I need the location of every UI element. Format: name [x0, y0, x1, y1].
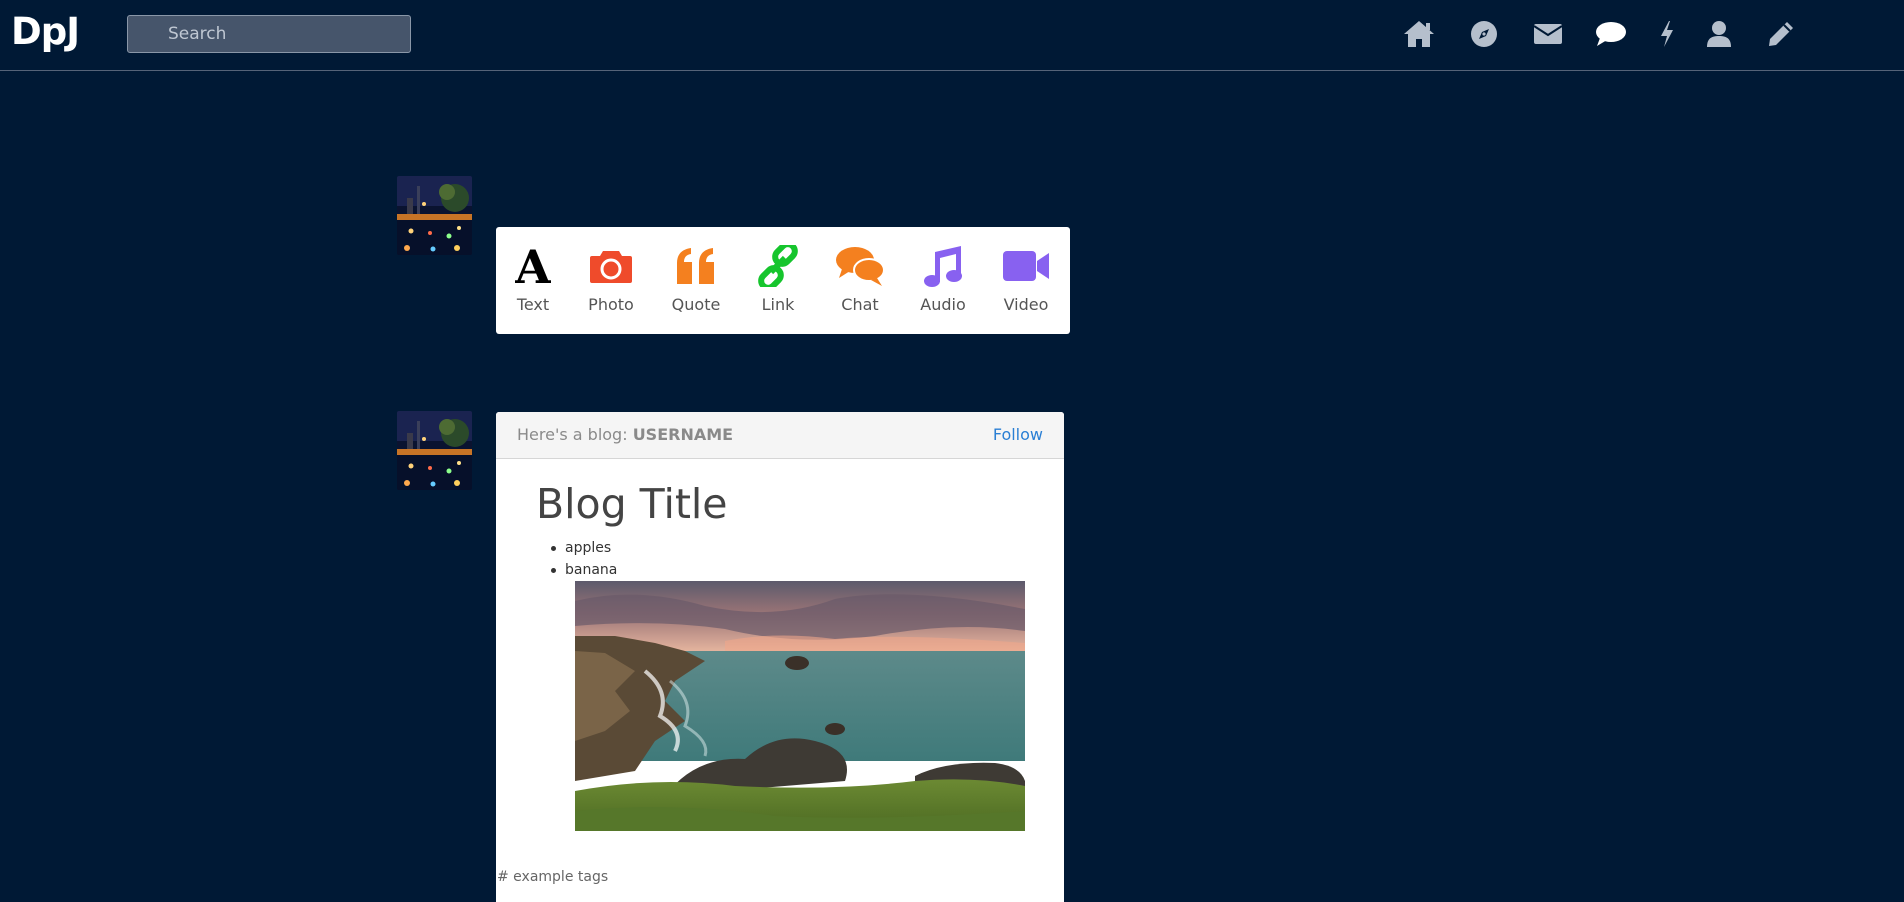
- post-type-label: Photo: [588, 295, 634, 314]
- avatar[interactable]: [397, 411, 472, 490]
- lightning-icon[interactable]: [1648, 14, 1686, 54]
- home-icon[interactable]: [1400, 14, 1438, 54]
- music-note-icon: [923, 241, 963, 291]
- post-type-link[interactable]: Link: [738, 241, 818, 321]
- post-type-audio[interactable]: Audio: [903, 241, 983, 321]
- post-type-label: Chat: [841, 295, 879, 314]
- post-type-label: Text: [516, 295, 550, 314]
- post-header-prefix: Here's a blog:: [517, 425, 628, 444]
- post-type-label: Video: [1003, 295, 1049, 314]
- post-type-label: Link: [761, 295, 795, 314]
- blog-post-card: Here's a blog: USERNAME Follow Blog Titl…: [496, 412, 1064, 902]
- avatar[interactable]: [397, 176, 472, 255]
- blog-post-image: [575, 581, 1025, 831]
- post-tags[interactable]: # example tags: [497, 869, 608, 885]
- svg-text:A: A: [515, 245, 551, 287]
- envelope-icon[interactable]: [1529, 14, 1567, 54]
- pencil-icon[interactable]: [1762, 14, 1800, 54]
- compass-icon[interactable]: [1465, 14, 1503, 54]
- list-item: apples: [551, 537, 617, 559]
- text-icon: A: [515, 241, 551, 291]
- blog-list: apples banana: [551, 537, 617, 581]
- chat-icon: [835, 241, 885, 291]
- chat-bubble-icon[interactable]: [1592, 14, 1630, 54]
- logo[interactable]: DpJ: [11, 10, 80, 54]
- user-icon[interactable]: [1700, 14, 1738, 54]
- post-type-text[interactable]: A Text: [493, 241, 573, 321]
- post-type-label: Quote: [671, 295, 721, 314]
- search-input[interactable]: [127, 15, 411, 53]
- post-type-label: Audio: [920, 295, 966, 314]
- post-type-photo[interactable]: Photo: [571, 241, 651, 321]
- post-type-bar: A Text Photo Quote Link Chat Audio Video: [496, 227, 1070, 334]
- quote-icon: [675, 241, 717, 291]
- blog-title: Blog Title: [536, 480, 728, 528]
- video-camera-icon: [1002, 241, 1050, 291]
- post-header: Here's a blog: USERNAME Follow: [496, 412, 1064, 459]
- post-header-text: Here's a blog: USERNAME: [517, 425, 733, 444]
- post-type-chat[interactable]: Chat: [820, 241, 900, 321]
- follow-button[interactable]: Follow: [993, 425, 1043, 444]
- camera-icon: [589, 241, 633, 291]
- top-navigation-bar: DpJ: [0, 0, 1904, 71]
- post-type-video[interactable]: Video: [986, 241, 1066, 321]
- link-icon: [756, 241, 800, 291]
- list-item: banana: [551, 559, 617, 581]
- post-type-quote[interactable]: Quote: [656, 241, 736, 321]
- blog-username[interactable]: USERNAME: [633, 425, 733, 444]
